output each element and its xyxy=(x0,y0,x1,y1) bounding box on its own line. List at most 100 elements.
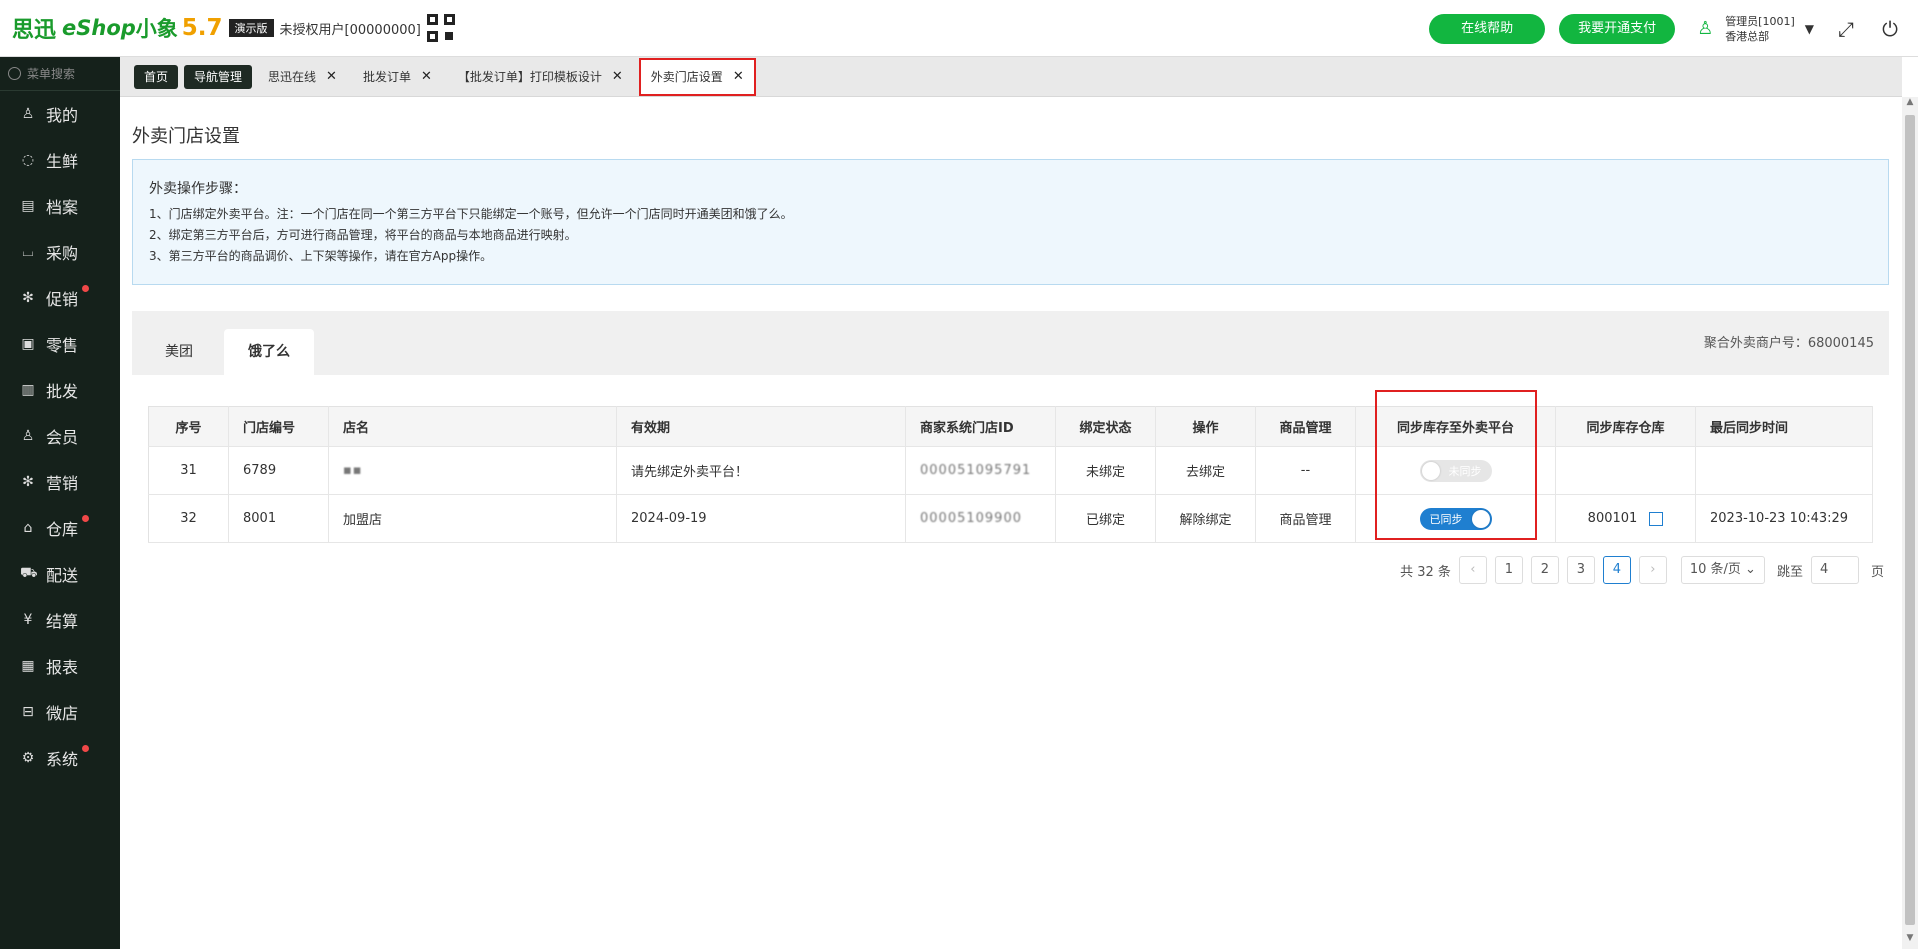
sidebar-item-system[interactable]: ⚙ 系统 xyxy=(0,735,120,781)
goto-page-input[interactable]: 4 xyxy=(1810,556,1859,584)
table-header-row: 序号 门店编号 店名 有效期 商家系统门店ID 绑定状态 操作 商品管理 同步库… xyxy=(148,406,1873,447)
admin-name: 管理员[1001] xyxy=(1725,14,1795,28)
menu-search-input[interactable]: 菜单搜索 xyxy=(0,57,120,91)
wholesale-icon: ▥ xyxy=(21,382,35,398)
sidebar-item-label: 配送 xyxy=(46,566,79,585)
tab-takeout-store-settings[interactable]: 外卖门店设置 ✕ xyxy=(638,57,756,96)
page-button[interactable]: 3 xyxy=(1566,556,1595,584)
scroll-up-icon[interactable]: ▲ xyxy=(1902,97,1918,113)
page-size-select[interactable]: 10 条/页 ⌄ xyxy=(1680,556,1765,584)
sync-toggle[interactable]: 已同步 xyxy=(1419,507,1492,530)
tab-sixun-online[interactable]: 思迅在线 ✕ xyxy=(258,65,347,89)
sidebar-item-warehouse[interactable]: ⌂ 仓库 xyxy=(0,505,120,551)
info-line: 2、绑定第三方平台后，方可进行商品管理，将平台的商品与本地商品进行映射。 xyxy=(149,228,577,242)
sidebar-item-mine[interactable]: ♙ 我的 xyxy=(0,91,120,137)
sidebar-item-microshop[interactable]: ⊟ 微店 xyxy=(0,689,120,735)
page-button[interactable]: 1 xyxy=(1494,556,1523,584)
cell-seq: 32 xyxy=(148,494,229,543)
close-icon[interactable]: ✕ xyxy=(733,65,744,89)
settings-icon: ⚙ xyxy=(21,750,35,766)
goto-label: 跳至 xyxy=(1776,564,1803,580)
table-row: 32 8001 加盟店 2024-09-19 00005109900 已绑定 解… xyxy=(148,494,1873,543)
sidebar-item-label: 仓库 xyxy=(46,520,79,539)
bind-link[interactable]: 去绑定 xyxy=(1155,446,1256,495)
prev-page-button[interactable]: ‹ xyxy=(1458,556,1487,584)
open-payment-button[interactable]: 我要开通支付 xyxy=(1559,13,1676,44)
shop-icon: ⊟ xyxy=(22,704,34,720)
sidebar-item-label: 我的 xyxy=(46,106,79,125)
cell-store-name: 加盟店 xyxy=(328,494,617,543)
sidebar-item-promotion[interactable]: ✻ 促销 xyxy=(0,275,120,321)
sidebar-item-settlement[interactable]: ¥ 结算 xyxy=(0,597,120,643)
tab-home[interactable]: 首页 xyxy=(134,64,179,89)
sidebar-item-label: 报表 xyxy=(46,658,79,677)
info-heading: 外卖操作步骤： xyxy=(149,181,247,197)
admin-menu[interactable]: ♙ 管理员[1001] 香港总部 ▼ xyxy=(1697,14,1814,44)
warehouse-icon: ⌂ xyxy=(23,520,33,536)
admin-user-icon: ♙ xyxy=(1697,17,1714,39)
info-line: 1、门店绑定外卖平台。注：一个门店在同一个第三方平台下只能绑定一个账号，但允许一… xyxy=(149,207,793,221)
sidebar-item-archive[interactable]: ▤ 档案 xyxy=(0,183,120,229)
goods-manage-link[interactable]: 商品管理 xyxy=(1255,494,1356,543)
pagination: 共 32 条 ‹ 1 2 3 4 › 10 条/页 ⌄ 跳至 4 页 xyxy=(1400,556,1884,584)
power-icon[interactable]: ⏻ xyxy=(1878,17,1902,41)
cell-bind-status: 已绑定 xyxy=(1055,494,1156,543)
truck-icon: ⛟ xyxy=(20,565,38,581)
blurred-system-id: 000051095791 xyxy=(920,463,1032,478)
close-icon[interactable]: ✕ xyxy=(612,65,623,89)
demo-badge: 演示版 xyxy=(228,19,274,37)
sidebar-item-member[interactable]: ♙ 会员 xyxy=(0,413,120,459)
page-button[interactable]: 2 xyxy=(1530,556,1559,584)
tab-nav-manage[interactable]: 导航管理 xyxy=(184,64,253,89)
user-icon: ♙ xyxy=(21,106,35,122)
toggle-knob xyxy=(1421,461,1440,480)
tab-eleme[interactable]: 饿了么 xyxy=(224,329,314,375)
cell-goods: -- xyxy=(1255,446,1356,495)
apple-icon: ◌ xyxy=(21,152,35,168)
fullscreen-icon[interactable]: ⤢ xyxy=(1834,17,1858,41)
page-button-current[interactable]: 4 xyxy=(1602,556,1631,584)
license-user: 未授权用户[00000000] xyxy=(279,22,421,38)
close-icon[interactable]: ✕ xyxy=(421,65,432,89)
col-validity: 有效期 xyxy=(616,406,906,447)
unbind-link[interactable]: 解除绑定 xyxy=(1155,494,1256,543)
qr-code-icon[interactable] xyxy=(426,14,455,42)
cell-sync: 已同步 xyxy=(1355,494,1556,543)
info-line: 3、第三方平台的商品调价、上下架等操作，请在官方App操作。 xyxy=(149,249,493,263)
online-help-button[interactable]: 在线帮助 xyxy=(1429,13,1546,44)
sidebar-item-delivery[interactable]: ⛟ 配送 xyxy=(0,551,120,597)
tab-meituan[interactable]: 美团 xyxy=(154,329,204,375)
sidebar-item-fresh[interactable]: ◌ 生鲜 xyxy=(0,137,120,183)
sidebar-item-wholesale[interactable]: ▥ 批发 xyxy=(0,367,120,413)
platform-tabs: 美团 饿了么 聚合外卖商户号：68000145 xyxy=(132,311,1889,375)
sidebar-item-report[interactable]: ▦ 报表 xyxy=(0,643,120,689)
sidebar-item-purchase[interactable]: ⌴ 采购 xyxy=(0,229,120,275)
edit-icon[interactable] xyxy=(1649,511,1664,526)
sidebar-item-retail[interactable]: ▣ 零售 xyxy=(0,321,120,367)
sync-toggle[interactable]: 未同步 xyxy=(1419,459,1492,482)
sidebar-item-label: 零售 xyxy=(46,336,79,355)
col-store-name: 店名 xyxy=(328,406,617,447)
sidebar-item-label: 会员 xyxy=(46,428,79,447)
cell-warehouse xyxy=(1555,446,1696,495)
cell-store-no: 8001 xyxy=(228,494,329,543)
col-action: 操作 xyxy=(1155,406,1256,447)
warehouse-code: 800101 xyxy=(1587,511,1638,526)
vertical-scrollbar[interactable]: ▲ ▼ xyxy=(1902,97,1918,949)
col-last-sync: 最后同步时间 xyxy=(1695,406,1873,447)
logo-eshop: eShop xyxy=(62,16,136,40)
cell-store-name: ▪▪ xyxy=(328,446,617,495)
next-page-button[interactable]: › xyxy=(1638,556,1667,584)
scrollbar-thumb[interactable] xyxy=(1905,115,1915,925)
sidebar-item-label: 系统 xyxy=(46,750,79,769)
tab-print-template[interactable]: 【批发订单】打印模板设计 ✕ xyxy=(448,65,633,89)
cell-bind-status: 未绑定 xyxy=(1055,446,1156,495)
close-icon[interactable]: ✕ xyxy=(326,65,337,89)
admin-store: 香港总部 xyxy=(1725,29,1770,43)
scroll-down-icon[interactable]: ▼ xyxy=(1902,933,1918,949)
tab-label: 批发订单 xyxy=(362,69,411,84)
cell-last-sync xyxy=(1695,446,1873,495)
tab-wholesale-order[interactable]: 批发订单 ✕ xyxy=(353,65,442,89)
sidebar-item-marketing[interactable]: ✻ 营销 xyxy=(0,459,120,505)
logo-version: 5.7 xyxy=(181,15,223,41)
